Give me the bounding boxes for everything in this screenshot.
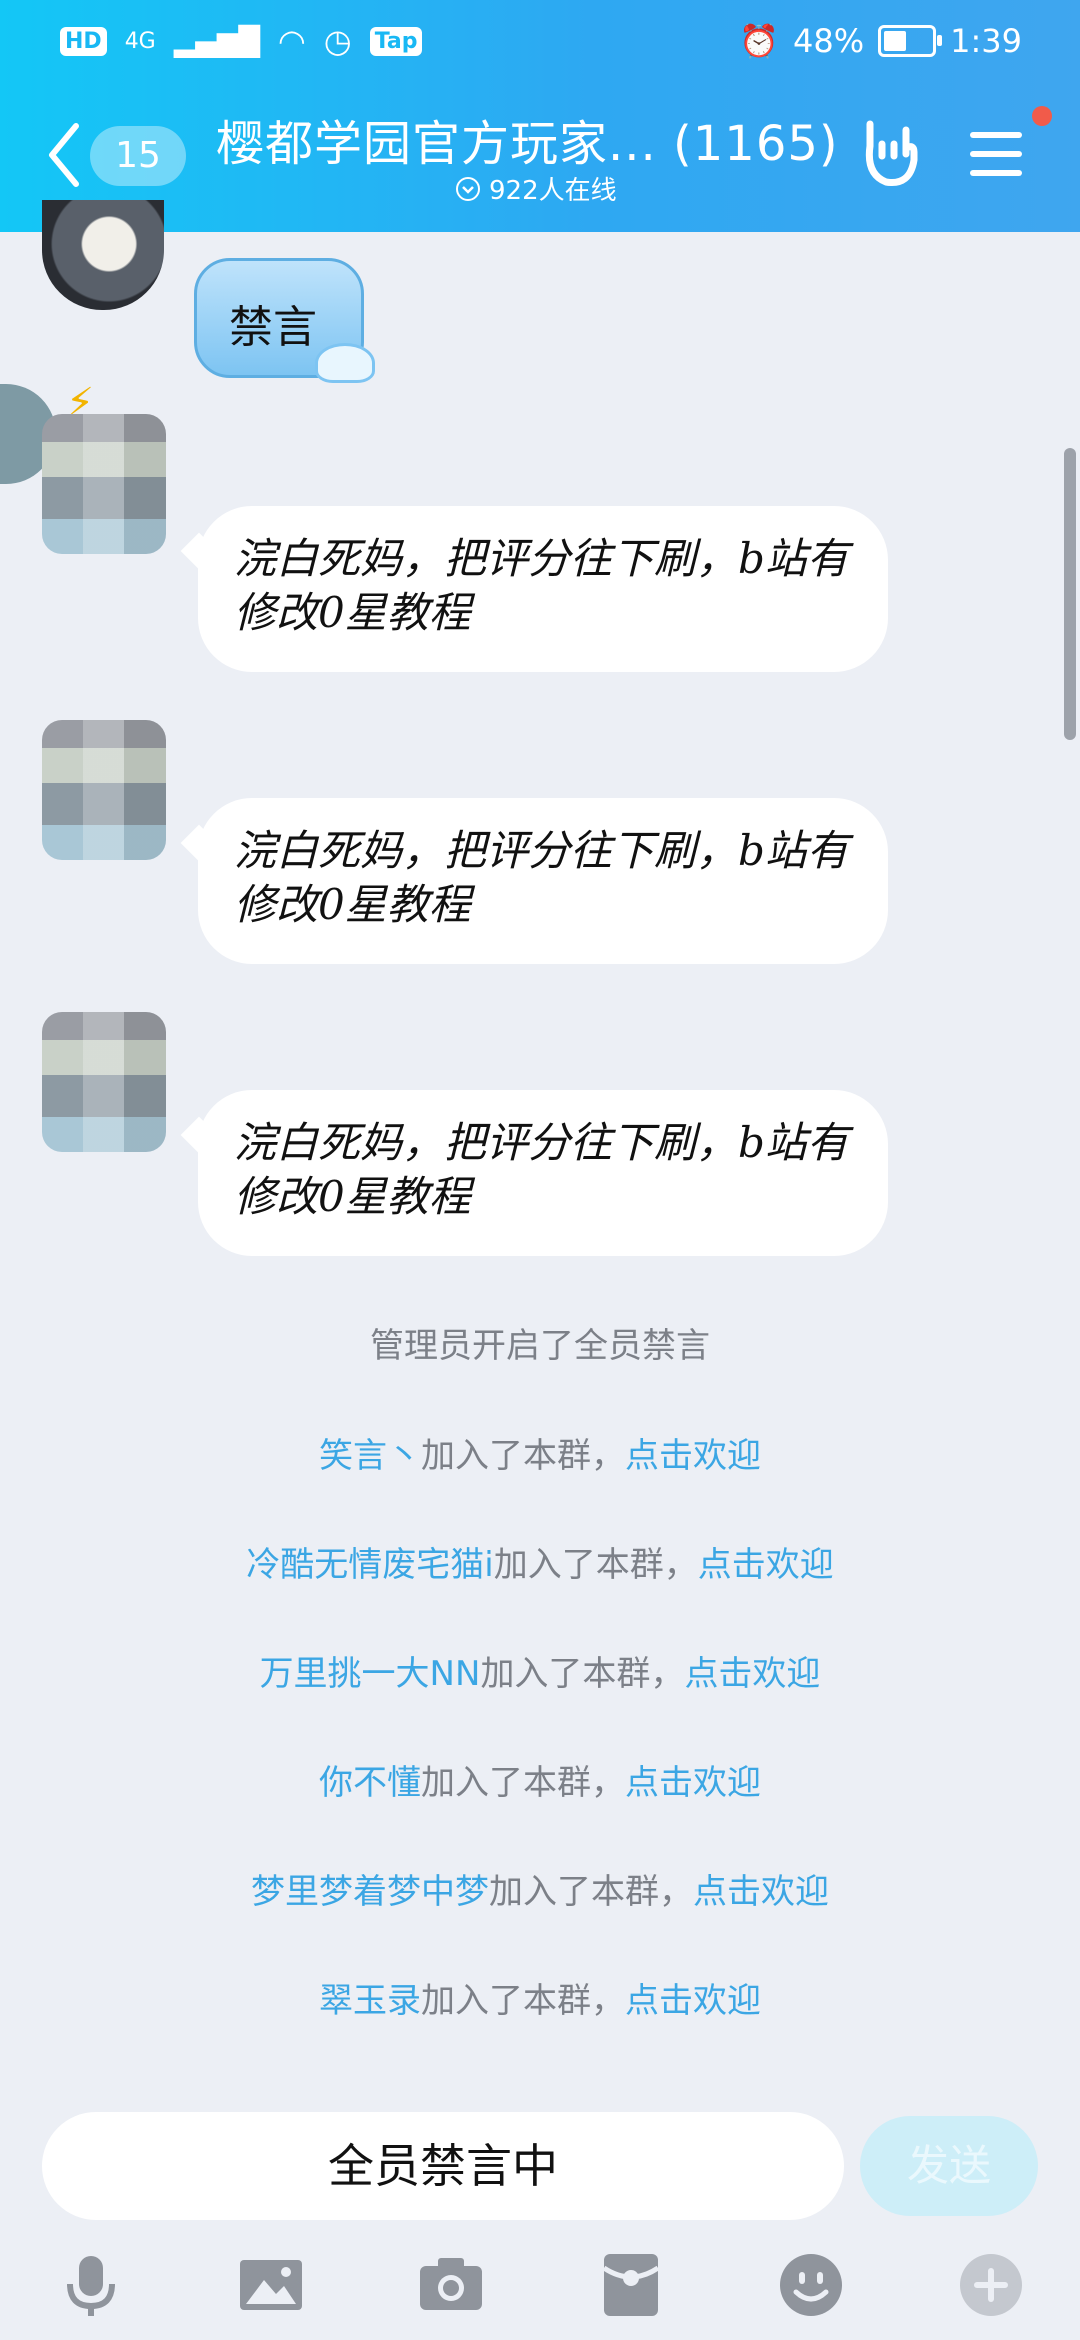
mute-notice-text: 管理员开启了全员禁言 (370, 1326, 710, 1366)
sender-avatar[interactable] (42, 720, 166, 860)
chat-header: HD 4G ▂▄▆█ ◠ ◷ Tap ⏰ 48% 1:39 15 樱都学园官方玩… (0, 0, 1080, 232)
member-name-link[interactable]: 梦里梦着梦中梦 (251, 1872, 489, 1912)
battery-icon (878, 25, 943, 57)
alarm-icon: ⏰ (739, 22, 780, 60)
join-notice: 你不懂加入了本群，点击欢迎 (0, 1755, 1080, 1804)
system-notice: 管理员开启了全员禁言 (0, 1318, 1080, 1367)
clock: 1:39 (950, 22, 1022, 60)
message-text: 浣白死妈，把评分往下刷，b站有修改0星教程 (234, 826, 849, 929)
join-text: 加入了本群， (421, 1981, 625, 2021)
member-name-link[interactable]: 翠玉录 (319, 1981, 421, 2021)
join-text: 加入了本群， (421, 1763, 625, 1803)
chevron-circle-icon (456, 176, 480, 201)
welcome-link[interactable]: 点击欢迎 (693, 1872, 829, 1912)
group-title[interactable]: 樱都学园官方玩家... (1165) (216, 104, 839, 174)
status-bar-right: ⏰ 48% 1:39 (739, 22, 1022, 60)
notification-dot (1032, 106, 1052, 126)
emoji-icon[interactable] (776, 2250, 846, 2320)
message-input[interactable]: 全员禁言中 (42, 2112, 844, 2220)
message-bubble[interactable]: 浣白死妈，把评分往下刷，b站有修改0星教程 (198, 798, 888, 964)
welcome-link[interactable]: 点击欢迎 (625, 1981, 761, 2021)
sender-avatar[interactable] (42, 1012, 166, 1152)
network-type: 4G (124, 28, 156, 54)
wave-decoration (315, 343, 375, 383)
join-text: 加入了本群， (493, 1545, 698, 1585)
join-notice: 万里挑一大NN加入了本群，点击欢迎 (0, 1646, 1080, 1695)
join-text: 加入了本群， (489, 1872, 693, 1912)
alarm-small-icon: ◷ (323, 22, 352, 60)
online-count-text: 922人在线 (489, 176, 617, 206)
join-notice: 笑言丶加入了本群，点击欢迎 (0, 1428, 1080, 1477)
message-bubble-blue[interactable]: 禁言 (194, 258, 375, 383)
join-notice: 翠玉录加入了本群，点击欢迎 (0, 1973, 1080, 2022)
message-bubble[interactable]: 浣白死妈，把评分往下刷，b站有修改0星教程 (198, 1090, 888, 1256)
image-icon[interactable] (236, 2250, 306, 2320)
message-bubble[interactable]: 浣白死妈，把评分往下刷，b站有修改0星教程 (198, 506, 888, 672)
tap-app-icon: Tap (369, 26, 423, 56)
member-name-link[interactable]: 你不懂 (319, 1763, 421, 1803)
plus-icon[interactable] (956, 2250, 1026, 2320)
message-text: 禁言 (229, 302, 317, 353)
signal-icon: ▂▄▆█ (173, 24, 260, 58)
welcome-link[interactable]: 点击欢迎 (625, 1763, 761, 1803)
welcome-link[interactable]: 点击欢迎 (625, 1436, 761, 1476)
sender-avatar[interactable] (42, 200, 164, 310)
wifi-icon: ◠ (277, 22, 306, 60)
welcome-link[interactable]: 点击欢迎 (698, 1545, 834, 1585)
red-packet-icon[interactable] (596, 2250, 666, 2320)
message-text: 浣白死妈，把评分往下刷，b站有修改0星教程 (234, 534, 849, 637)
join-notice: 冷酷无情废宅猫i加入了本群，点击欢迎 (0, 1537, 1080, 1586)
online-count[interactable]: 922人在线 (455, 170, 617, 207)
join-text: 加入了本群， (421, 1436, 625, 1476)
member-name-link[interactable]: 冷酷无情废宅猫i (246, 1545, 493, 1585)
battery-percent: 48% (793, 22, 865, 60)
member-name-link[interactable]: 万里挑一大NN (260, 1654, 481, 1694)
welcome-link[interactable]: 点击欢迎 (684, 1654, 820, 1694)
camera-icon[interactable] (416, 2250, 486, 2320)
message-text: 浣白死妈，把评分往下刷，b站有修改0星教程 (234, 1118, 849, 1221)
unread-count-badge[interactable]: 15 (90, 126, 186, 186)
microphone-icon[interactable] (56, 2250, 126, 2320)
status-bar-left: HD 4G ▂▄▆█ ◠ ◷ Tap (60, 22, 423, 60)
send-button[interactable]: 发送 (860, 2116, 1038, 2216)
join-text: 加入了本群， (480, 1654, 685, 1694)
scrollbar[interactable] (1064, 448, 1076, 740)
member-name-link[interactable]: 笑言丶 (319, 1436, 421, 1476)
join-notice: 梦里梦着梦中梦加入了本群，点击欢迎 (0, 1864, 1080, 1913)
back-arrow-icon[interactable] (44, 120, 84, 190)
hand-gesture-icon[interactable] (856, 116, 926, 190)
menu-icon[interactable] (966, 124, 1026, 184)
sender-avatar[interactable] (42, 414, 166, 554)
hd-badge: HD (60, 26, 107, 56)
